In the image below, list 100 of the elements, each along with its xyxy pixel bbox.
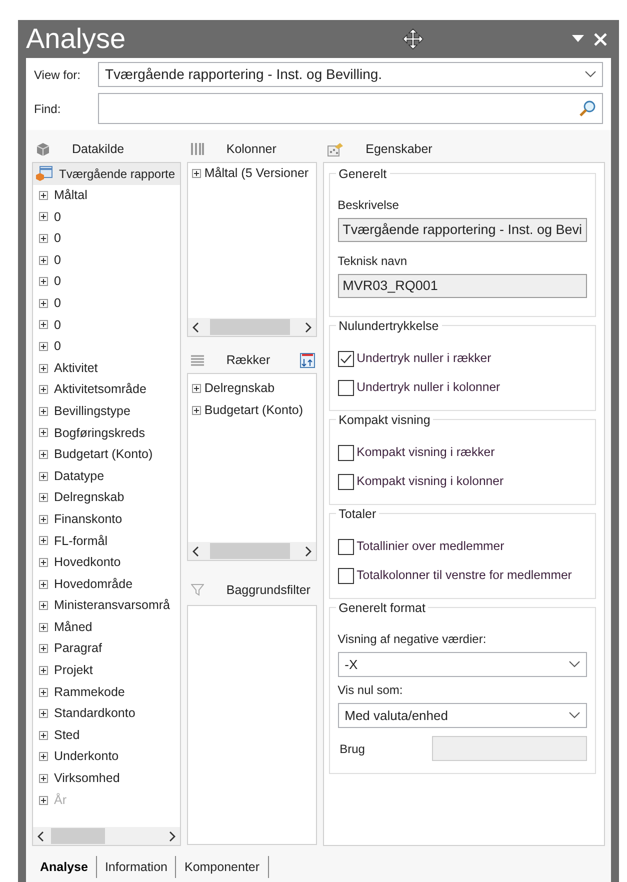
tree-item[interactable]: 0 [33,336,180,358]
checkbox-label[interactable]: Kompakt visning i kolonner [356,472,504,491]
expand-icon[interactable] [39,342,48,352]
tab[interactable]: Analyse [32,856,97,878]
tree-item[interactable]: Rammekode [33,681,180,703]
tree-item[interactable]: 0 [33,249,180,271]
cube-icon [36,142,50,156]
move-icon[interactable] [402,28,424,50]
tree-item[interactable]: Budgetart (Konto) [33,444,180,466]
checkbox-label[interactable]: Undertryk nuller i rækker [356,349,492,368]
expand-icon[interactable] [39,212,48,222]
checkbox[interactable] [338,474,354,490]
swap-icon[interactable] [300,352,315,368]
expand-icon[interactable] [39,580,48,589]
tree-item[interactable]: Ministeransvarsområ [33,594,180,616]
dropdown-icon[interactable] [572,35,584,43]
expand-icon[interactable] [39,536,48,546]
tree-item[interactable]: Hovedkonto [33,552,180,574]
search-field[interactable] [98,93,603,124]
expand-icon[interactable] [39,406,48,416]
expand-icon[interactable] [39,730,48,740]
expand-icon[interactable] [192,384,202,394]
tree-item[interactable]: 0 [33,292,180,314]
tree-item[interactable]: Måltal (5 Versioner [188,163,316,185]
tree-item[interactable]: Delregnskab [188,378,316,400]
expand-icon[interactable] [39,514,48,524]
chevron-left-icon[interactable] [192,322,200,332]
expand-icon[interactable] [39,277,48,286]
expand-icon[interactable] [39,622,48,632]
expand-icon[interactable] [39,450,48,460]
tree-item[interactable]: Budgetart (Konto) [188,400,316,422]
checkbox[interactable] [338,380,354,396]
checkbox[interactable] [338,538,354,554]
checkbox[interactable] [338,350,354,366]
expand-icon[interactable] [192,406,202,415]
tree-item[interactable]: Paragraf [33,638,180,660]
checkbox-label[interactable]: Totalkolonner til venstre for medlemmer [356,566,572,585]
tree-item[interactable]: 0 [33,270,180,293]
horizontal-scrollbar[interactable] [188,318,316,336]
tree-item[interactable]: Delregnskab [33,486,180,508]
expand-icon[interactable] [192,169,202,178]
close-icon[interactable] [594,32,607,46]
expand-icon[interactable] [39,709,48,718]
tree-item[interactable]: Standardkonto [33,702,180,724]
tree-item[interactable]: Datatype [33,465,180,487]
dropdown[interactable]: Med valuta/enhed [338,703,587,728]
horizontal-scrollbar[interactable] [33,827,180,845]
expand-icon[interactable] [39,774,48,783]
expand-icon[interactable] [39,320,48,330]
expand-icon[interactable] [39,472,48,481]
checkbox-label[interactable]: Kompakt visning i rækker [356,443,495,462]
expand-icon[interactable] [39,298,48,308]
checkbox-label[interactable]: Undertryk nuller i kolonner [356,378,500,397]
expand-icon[interactable] [39,234,48,244]
expand-icon[interactable] [39,644,48,654]
tree-item[interactable]: Måned [33,616,180,638]
expand-icon[interactable] [39,601,48,610]
tree-item[interactable]: Aktivitetsområde [33,378,180,401]
expand-icon[interactable] [39,688,48,697]
expand-icon[interactable] [39,558,48,567]
tree-item[interactable]: 0 [33,206,180,228]
tree-item[interactable]: Bevillingstype [33,400,180,422]
checkbox[interactable] [338,568,354,584]
chevron-right-icon[interactable] [304,546,312,556]
expand-icon[interactable] [39,493,48,502]
tab[interactable]: Information [96,856,176,878]
tree-item[interactable]: Finanskonto [33,508,180,530]
expand-icon[interactable] [39,190,48,200]
checkbox[interactable] [338,444,354,460]
expand-icon[interactable] [39,428,48,438]
tree-item[interactable]: Bogføringskreds [33,422,180,444]
expand-icon[interactable] [39,385,48,394]
chevron-right-icon[interactable] [169,830,176,842]
readonly-field[interactable]: MVR03_RQ001 [338,274,587,298]
dropdown[interactable]: -X [338,652,587,677]
checkbox-label[interactable]: Totallinier over medlemmer [356,537,504,556]
chevron-right-icon[interactable] [304,322,312,332]
tree-item[interactable]: FL-formål [33,530,180,552]
tree-item[interactable]: Sted [33,724,180,746]
view-for-dropdown[interactable]: Tværgående rapportering - Inst. og Bevilling. [98,62,603,87]
tab[interactable]: Komponenter [176,856,269,878]
input-field[interactable] [432,736,587,761]
tree-item[interactable]: Underkonto [33,746,180,768]
expand-icon[interactable] [39,666,48,675]
expand-icon[interactable] [39,256,48,265]
tree-item[interactable]: Måltal [33,184,180,206]
tree-item[interactable]: Aktivitet [33,357,180,379]
readonly-field[interactable]: Tværgående rapportering - Inst. og Bevi [338,218,587,242]
expand-icon[interactable] [39,364,48,373]
horizontal-scrollbar[interactable] [188,542,316,560]
chevron-left-icon[interactable] [37,830,44,842]
expand-icon[interactable] [39,752,48,762]
tree-item[interactable]: Tværgående rapporte [33,163,180,185]
chevron-left-icon[interactable] [192,546,200,556]
tree-item[interactable]: Hovedområde [33,573,180,595]
tree-item[interactable]: 0 [33,228,180,250]
tree-item[interactable]: 0 [33,314,180,336]
tree-item[interactable]: Virksomhed [33,768,180,790]
search-icon[interactable] [579,100,596,117]
tree-item[interactable]: Projekt [33,660,180,682]
